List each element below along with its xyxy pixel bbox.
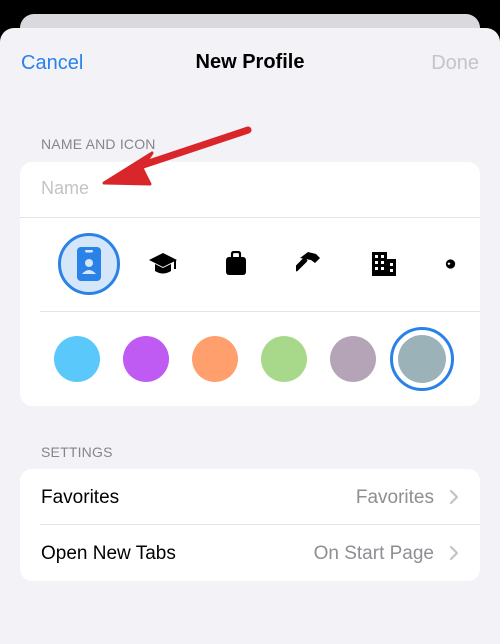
icon-option-hammer[interactable]	[282, 236, 338, 292]
divider	[20, 217, 480, 218]
icon-option-building[interactable]	[356, 236, 412, 292]
icon-option-graduation-cap[interactable]	[135, 236, 191, 292]
settings-row-value: On Start Page	[313, 543, 434, 564]
page-title: New Profile	[195, 51, 305, 73]
globe-icon	[445, 259, 456, 269]
chevron-right-icon	[449, 489, 459, 505]
icon-option-globe[interactable]	[426, 236, 456, 292]
color-swatch-gray-selected[interactable]	[390, 327, 454, 391]
settings-row-label: Open New Tabs	[41, 543, 176, 564]
new-profile-sheet: Cancel New Profile Done NAME AND ICON Na…	[0, 28, 500, 644]
settings-row-open-new-tabs[interactable]: Open New Tabs On Start Page	[20, 525, 480, 581]
icon-option-briefcase[interactable]	[208, 236, 264, 292]
person-badge-icon	[77, 247, 101, 281]
color-swatch-orange[interactable]	[192, 336, 238, 382]
building-icon	[372, 252, 396, 276]
settings-group: Favorites Favorites Open New Tabs On Sta…	[20, 469, 480, 581]
icon-option-person-badge[interactable]	[58, 233, 120, 295]
settings-row-label: Favorites	[41, 487, 120, 508]
name-and-icon-group	[20, 162, 480, 406]
hammer-icon	[296, 252, 320, 272]
color-swatch-mauve[interactable]	[330, 336, 376, 382]
settings-row-value: Favorites	[355, 487, 434, 508]
chevron-right-icon	[449, 545, 459, 561]
color-swatch-blue[interactable]	[54, 336, 100, 382]
graduation-cap-icon	[149, 253, 177, 274]
color-swatch-purple[interactable]	[123, 336, 169, 382]
color-swatch-gray-fill	[398, 335, 446, 383]
briefcase-icon	[226, 251, 246, 275]
done-button[interactable]: Done	[431, 52, 479, 75]
name-field[interactable]	[41, 178, 441, 199]
divider	[40, 311, 480, 312]
settings-header: SETTINGS	[41, 444, 113, 460]
settings-row-favorites[interactable]: Favorites Favorites	[20, 469, 480, 525]
color-swatch-green[interactable]	[261, 336, 307, 382]
name-and-icon-header: NAME AND ICON	[41, 136, 156, 152]
